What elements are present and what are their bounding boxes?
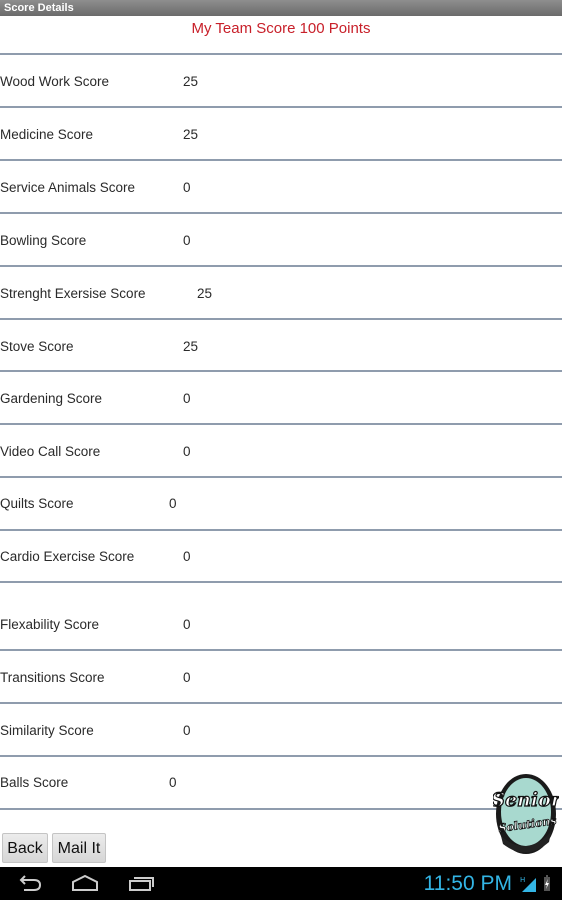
mail-it-button[interactable]: Mail It	[52, 833, 106, 863]
divider	[0, 423, 562, 425]
score-value: 0	[183, 549, 191, 564]
score-label: Gardening Score	[0, 391, 103, 406]
score-value: 25	[183, 74, 199, 89]
score-value: 0	[183, 670, 191, 685]
divider	[0, 265, 562, 267]
team-score-heading: My Team Score 100 Points	[191, 20, 371, 37]
score-value: 0	[183, 391, 191, 406]
score-label: Flexability Score	[0, 617, 100, 632]
score-value: 0	[183, 444, 191, 459]
divider	[0, 649, 562, 651]
score-label: Strenght Exersise Score	[0, 286, 146, 301]
score-label: Quilts Score	[0, 496, 74, 511]
score-label: Transitions Score	[0, 670, 105, 685]
logo-text-senior: Senior	[493, 789, 559, 811]
score-value: 25	[183, 127, 199, 142]
divider	[0, 529, 562, 531]
score-label: Wood Work Score	[0, 74, 110, 89]
divider	[0, 318, 562, 320]
divider	[0, 106, 562, 108]
back-nav-icon[interactable]	[14, 873, 44, 893]
status-clock: 11:50 PM	[423, 872, 512, 895]
score-value: 0	[183, 617, 191, 632]
divider	[0, 581, 562, 583]
score-label: Bowling Score	[0, 233, 87, 248]
battery-icon	[544, 875, 550, 891]
score-value: 0	[169, 775, 177, 790]
score-value: 25	[197, 286, 213, 301]
divider	[0, 212, 562, 214]
system-nav-bar: 11:50 PM H	[0, 867, 562, 900]
score-label: Cardio Exercise Score	[0, 549, 135, 564]
back-button[interactable]: Back	[2, 833, 48, 863]
divider	[0, 370, 562, 372]
score-value: 0	[183, 723, 191, 738]
score-value: 0	[183, 233, 191, 248]
window-title: Score Details	[0, 0, 562, 16]
senior-solutions-logo: Senior Solutions	[493, 774, 559, 854]
score-label: Video Call Score	[0, 444, 101, 459]
score-label: Stove Score	[0, 339, 74, 354]
score-value: 0	[169, 496, 177, 511]
score-label: Medicine Score	[0, 127, 94, 142]
score-value: 0	[183, 180, 191, 195]
recent-apps-nav-icon[interactable]	[127, 873, 157, 893]
divider	[0, 808, 562, 810]
score-label: Balls Score	[0, 775, 69, 790]
score-label: Similarity Score	[0, 723, 94, 738]
signal-icon: H	[520, 876, 536, 892]
home-nav-icon[interactable]	[70, 873, 100, 893]
divider	[0, 755, 562, 757]
divider	[0, 702, 562, 704]
divider	[0, 476, 562, 478]
score-label: Service Animals Score	[0, 180, 136, 195]
score-value: 25	[183, 339, 199, 354]
divider	[0, 159, 562, 161]
svg-text:H: H	[520, 876, 525, 884]
divider	[0, 53, 562, 55]
